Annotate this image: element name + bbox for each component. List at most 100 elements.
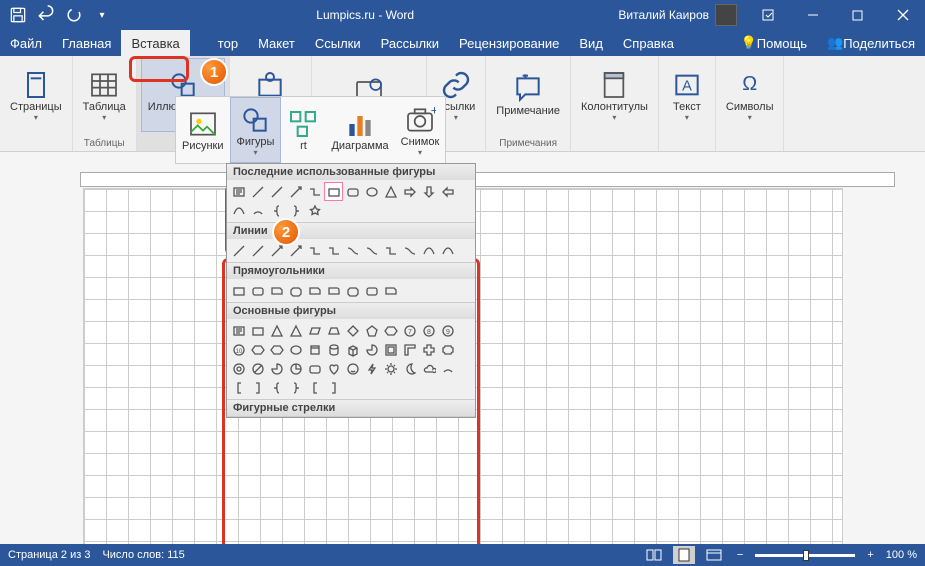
text-button[interactable]: A Текст▾ <box>663 58 711 132</box>
shape-item[interactable] <box>248 182 267 201</box>
shape-item[interactable]: 9 <box>438 321 457 340</box>
tab-share[interactable]: 👥 Поделиться <box>817 30 925 56</box>
shape-item[interactable] <box>438 359 457 378</box>
shape-item[interactable] <box>286 340 305 359</box>
shape-item[interactable] <box>286 201 305 220</box>
shape-item[interactable] <box>305 281 324 300</box>
shape-item[interactable] <box>305 378 324 397</box>
shape-item[interactable] <box>381 340 400 359</box>
shape-item[interactable] <box>267 340 286 359</box>
shape-item[interactable] <box>343 182 362 201</box>
symbols-button[interactable]: Ω Символы▾ <box>720 58 780 132</box>
shape-item[interactable] <box>267 359 286 378</box>
smartart-button-partial[interactable]: rt <box>281 97 325 163</box>
shape-item[interactable] <box>381 182 400 201</box>
avatar[interactable] <box>715 4 737 26</box>
table-button[interactable]: Таблица▾ <box>77 58 132 132</box>
status-page[interactable]: Страница 2 из 3 <box>8 549 90 561</box>
comment-button[interactable]: Примечание <box>490 58 566 132</box>
shape-item[interactable] <box>286 321 305 340</box>
status-words[interactable]: Число слов: 115 <box>102 549 184 561</box>
shape-item[interactable] <box>324 321 343 340</box>
shape-item[interactable] <box>229 321 248 340</box>
shape-item[interactable] <box>324 378 343 397</box>
tab-layout[interactable]: Макет <box>248 30 305 56</box>
shape-item[interactable] <box>248 281 267 300</box>
shape-item[interactable] <box>248 321 267 340</box>
shape-item[interactable] <box>381 359 400 378</box>
shape-item[interactable] <box>324 340 343 359</box>
ribbon-options-icon[interactable] <box>745 0 790 30</box>
shape-item[interactable] <box>343 359 362 378</box>
shape-item[interactable] <box>343 281 362 300</box>
shape-item[interactable] <box>267 321 286 340</box>
screenshot-button[interactable]: + Снимок▾ <box>395 97 446 163</box>
shape-item[interactable]: 10 <box>229 340 248 359</box>
shape-item[interactable] <box>438 241 457 260</box>
shape-item[interactable] <box>362 182 381 201</box>
tab-insert[interactable]: Вставка <box>121 30 189 56</box>
shape-item[interactable] <box>286 359 305 378</box>
undo-icon[interactable] <box>36 5 56 25</box>
tab-mailings[interactable]: Рассылки <box>371 30 449 56</box>
shape-item[interactable] <box>267 182 286 201</box>
shape-item[interactable] <box>305 182 324 201</box>
shape-item[interactable] <box>267 281 286 300</box>
shape-item[interactable] <box>286 378 305 397</box>
shape-item[interactable] <box>362 281 381 300</box>
tab-design-partial[interactable]: тор <box>190 30 248 56</box>
chart-button[interactable]: Диаграмма <box>325 97 394 163</box>
tab-help[interactable]: Справка <box>613 30 684 56</box>
redo-icon[interactable] <box>64 5 84 25</box>
save-icon[interactable] <box>8 5 28 25</box>
tab-review[interactable]: Рецензирование <box>449 30 569 56</box>
shape-item[interactable] <box>324 182 343 201</box>
zoom-in-button[interactable]: + <box>863 549 877 561</box>
shapes-button[interactable]: Фигуры▾ <box>230 97 282 163</box>
shape-item[interactable] <box>229 359 248 378</box>
shape-item[interactable] <box>286 281 305 300</box>
shape-item[interactable] <box>400 182 419 201</box>
user-area[interactable]: Виталий Каиров <box>610 4 745 26</box>
shape-item[interactable] <box>400 359 419 378</box>
print-layout-icon[interactable] <box>673 546 695 564</box>
tab-tellme[interactable]: 💡 Помощь <box>731 30 817 56</box>
zoom-slider[interactable] <box>755 554 855 557</box>
shape-item[interactable] <box>248 340 267 359</box>
horizontal-ruler[interactable] <box>80 172 895 187</box>
shape-item[interactable] <box>305 359 324 378</box>
shape-item[interactable] <box>229 201 248 220</box>
pictures-button[interactable]: Рисунки <box>176 97 230 163</box>
shape-item[interactable] <box>305 241 324 260</box>
shape-item[interactable] <box>305 201 324 220</box>
shape-item[interactable] <box>381 241 400 260</box>
header-footer-button[interactable]: Колонтитулы▾ <box>575 58 654 132</box>
shape-item[interactable] <box>419 340 438 359</box>
shape-item[interactable]: 8 <box>419 321 438 340</box>
shape-item[interactable] <box>362 241 381 260</box>
shape-item[interactable] <box>286 182 305 201</box>
shape-item[interactable] <box>248 378 267 397</box>
shape-item[interactable] <box>267 378 286 397</box>
pages-button[interactable]: Страницы▾ <box>4 58 68 132</box>
web-layout-icon[interactable] <box>703 546 725 564</box>
maximize-icon[interactable] <box>835 0 880 30</box>
shape-item[interactable] <box>400 340 419 359</box>
tab-references[interactable]: Ссылки <box>305 30 371 56</box>
tab-view[interactable]: Вид <box>569 30 613 56</box>
shape-item[interactable] <box>343 340 362 359</box>
shape-item[interactable] <box>229 378 248 397</box>
shape-item[interactable] <box>438 340 457 359</box>
minimize-icon[interactable] <box>790 0 835 30</box>
shape-item[interactable] <box>324 359 343 378</box>
shape-item[interactable] <box>343 241 362 260</box>
shape-item[interactable] <box>305 340 324 359</box>
shape-item[interactable] <box>343 321 362 340</box>
shape-item[interactable] <box>381 321 400 340</box>
zoom-level[interactable]: 100 % <box>886 549 917 561</box>
shape-item[interactable] <box>362 340 381 359</box>
shape-item[interactable] <box>381 281 400 300</box>
tab-file[interactable]: Файл <box>0 30 52 56</box>
shape-item[interactable] <box>305 321 324 340</box>
shape-item[interactable] <box>229 182 248 201</box>
